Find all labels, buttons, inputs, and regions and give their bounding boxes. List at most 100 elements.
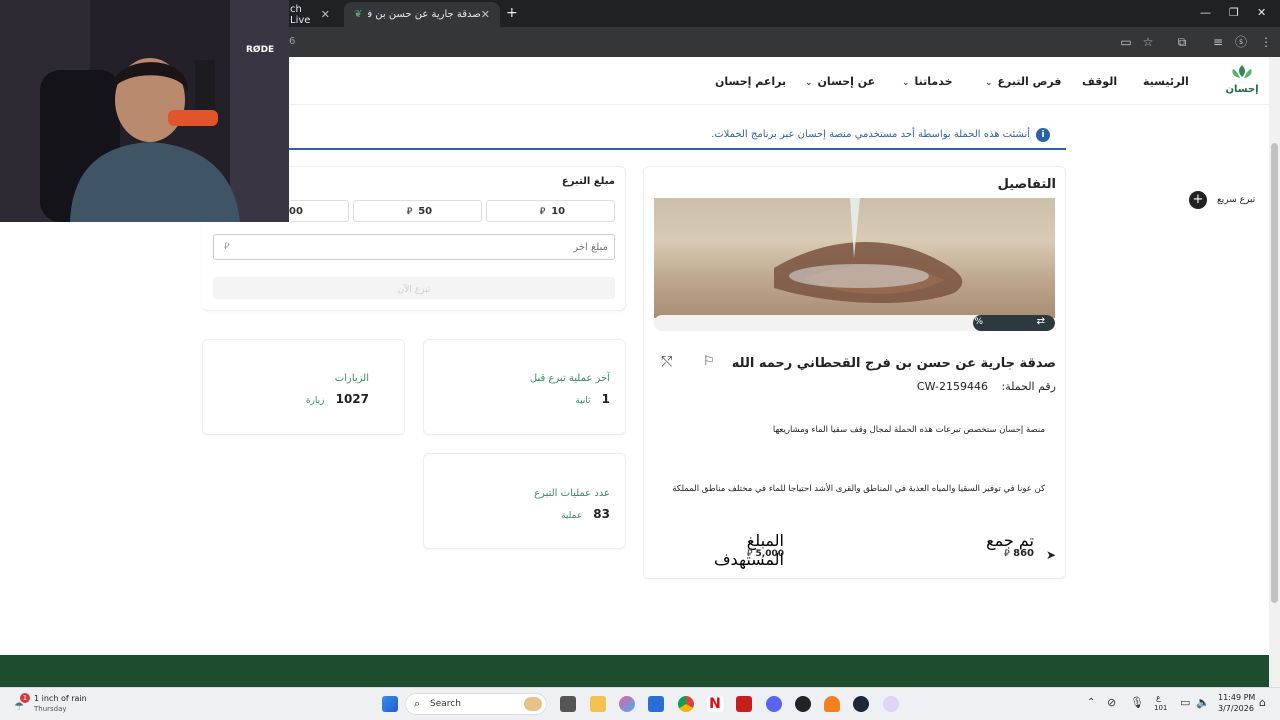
- netflix-icon[interactable]: N: [707, 696, 723, 712]
- campaign-title: صدقة جارية عن حسن بن فرج القحطاني رحمه ا…: [731, 356, 1056, 371]
- donation-ops-label: عدد عمليات التبرع: [534, 488, 610, 499]
- nav-about[interactable]: ⌄ عن إحسان: [805, 75, 875, 88]
- collected-amount: 860 ⃁: [960, 548, 1034, 559]
- webcam-overlay: RØDE: [0, 0, 289, 222]
- clock-time[interactable]: 11:49 PM: [1218, 693, 1255, 702]
- last-donation-card: [423, 339, 626, 435]
- mic-icon[interactable]: 🎙: [1130, 696, 1144, 709]
- new-tab-button[interactable]: +: [506, 5, 518, 21]
- search-label: Search: [430, 699, 461, 709]
- copilot-icon[interactable]: [619, 696, 635, 712]
- donation-ops-value: 83: [593, 507, 610, 521]
- nav-baraem[interactable]: براعم إحسان: [715, 75, 786, 88]
- info-icon: i: [1036, 128, 1050, 142]
- search-icon: ⌕: [414, 697, 421, 710]
- browser-tab[interactable]: ch Live ✕: [280, 2, 340, 27]
- amount-100-button[interactable]: 00: [289, 200, 349, 222]
- start-icon[interactable]: [382, 696, 398, 712]
- plus-circle-icon: +: [1189, 191, 1207, 209]
- nav-label: براعم إحسان: [715, 75, 787, 88]
- scrollbar-thumb[interactable]: [1271, 143, 1278, 603]
- logo[interactable]: إحسان: [1224, 63, 1260, 99]
- minimize-icon[interactable]: —: [1200, 6, 1211, 19]
- hands-water-icon: [774, 198, 963, 304]
- close-icon[interactable]: ✕: [481, 8, 490, 21]
- share-icon[interactable]: ⤲: [661, 354, 672, 370]
- close-icon[interactable]: ✕: [321, 8, 330, 21]
- riyal-icon: ⃁: [539, 206, 546, 217]
- clock-date[interactable]: 3/7/2026: [1218, 704, 1254, 713]
- visits-value: 1027: [335, 392, 369, 406]
- tab-title: صدقة جارية عن حسن بن فرج ال...: [368, 9, 481, 20]
- visits-value-row: 1027 زيارة: [280, 388, 369, 407]
- nav-waqf[interactable]: الوقف: [1082, 75, 1117, 88]
- amount-50-button[interactable]: ⃁ 50: [353, 200, 482, 222]
- cloud-app-icon[interactable]: [824, 696, 840, 712]
- notification-bell-icon[interactable]: ⌂: [1259, 696, 1266, 709]
- campaign-number: CW-2159446: [916, 380, 988, 393]
- amount-10-button[interactable]: ⃁ 10: [486, 200, 615, 222]
- nav-label: عن إحسان: [817, 75, 876, 88]
- rain-icon: ☂: [14, 700, 24, 713]
- discord-icon[interactable]: [766, 696, 782, 712]
- campaign-description-1: منصة إحسان ستخصص تبرعات هذه الحملة لمجال…: [772, 425, 1045, 435]
- riyal-icon: ⃁: [747, 549, 753, 559]
- other-amount-field[interactable]: ⃁: [213, 234, 615, 260]
- target-amount: 5,000 ⃁: [700, 548, 784, 559]
- nav-services[interactable]: ⌄ خدماتنا: [902, 75, 953, 88]
- weather-widget[interactable]: 1 ☂ 1 inch of rain Thursday: [12, 692, 132, 718]
- taskbar-search[interactable]: ⌕ Search: [405, 693, 547, 715]
- chrome-icon[interactable]: [678, 696, 694, 712]
- campaign-description-2: كن عونا في توفير السقيا والمياه العذبة ف…: [672, 484, 1045, 494]
- footer: [0, 655, 1269, 687]
- restore-icon[interactable]: ❐: [1229, 6, 1239, 19]
- logo-mark-icon: [1232, 65, 1252, 78]
- nav-label: الوقف: [1082, 75, 1118, 88]
- language-indicator[interactable]: ع: [1156, 693, 1161, 702]
- steam-icon[interactable]: [853, 696, 869, 712]
- browser-tab-active[interactable]: ❦ صدقة جارية عن حسن بن فرج ال... ✕: [344, 2, 500, 27]
- url-fragment[interactable]: 6: [289, 36, 295, 47]
- chevron-down-icon: ⌄: [902, 78, 910, 88]
- riyal-icon: ⃁: [1004, 549, 1010, 559]
- streamer-video-icon: [0, 0, 289, 222]
- acrobat-icon[interactable]: [736, 696, 752, 712]
- flag-icon[interactable]: ⚐: [703, 354, 715, 369]
- task-view-icon[interactable]: [560, 696, 576, 712]
- other-amount-input[interactable]: [238, 237, 608, 257]
- last-donation-unit: ثانية: [575, 396, 591, 406]
- tray-chevron-up-icon[interactable]: ⌃: [1087, 697, 1095, 708]
- info-banner: i أنشئت هذه الحملة بواسطة أحد مستخدمي من…: [289, 124, 1066, 150]
- campaign-number-row: رقم الحملة: CW-2159446: [860, 380, 1056, 393]
- language-sub: 101: [1154, 704, 1168, 712]
- store-icon[interactable]: [648, 696, 664, 712]
- network-off-icon[interactable]: ⊘: [1107, 696, 1116, 709]
- search-highlight-icon: [524, 697, 542, 711]
- display-icon[interactable]: ▭: [1180, 696, 1190, 709]
- file-explorer-icon[interactable]: [590, 696, 606, 712]
- chevron-down-icon: ⌄: [805, 78, 813, 88]
- nav-label: فرص التبرع: [997, 75, 1062, 88]
- page-scrollbar[interactable]: [1269, 57, 1280, 687]
- donate-now-button[interactable]: تبرع الآن: [213, 277, 615, 299]
- visits-unit: زيارة: [305, 396, 325, 406]
- amount-label: 50: [418, 205, 433, 217]
- quick-donate-label: تبرع سريع: [1217, 195, 1256, 205]
- close-window-icon[interactable]: ✕: [1257, 6, 1266, 19]
- github-icon[interactable]: [795, 696, 811, 712]
- cast-icon[interactable]: ▭: [1118, 34, 1134, 50]
- menu-icon[interactable]: ⋮: [1258, 34, 1274, 50]
- profile-icon[interactable]: ⓢ: [1233, 34, 1249, 50]
- bot-app-icon[interactable]: [883, 696, 899, 712]
- extensions-icon[interactable]: ⧉: [1174, 34, 1190, 50]
- media-icon[interactable]: ≡: [1210, 34, 1226, 50]
- campaign-image: [654, 198, 1055, 318]
- quick-donate-button[interactable]: + تبرع سريع: [1187, 190, 1257, 212]
- nav-home[interactable]: الرئيسية: [1143, 75, 1189, 88]
- volume-icon[interactable]: 🔈: [1196, 696, 1210, 709]
- campaign-number-label: رقم الحملة:: [1001, 380, 1056, 393]
- bookmark-star-icon[interactable]: ☆: [1140, 34, 1156, 50]
- mouse-cursor-icon: ➤: [1046, 548, 1057, 562]
- progress-bar: % ⇄: [654, 315, 1055, 331]
- nav-donation-opportunities[interactable]: ⌄ فرص التبرع: [985, 75, 1061, 88]
